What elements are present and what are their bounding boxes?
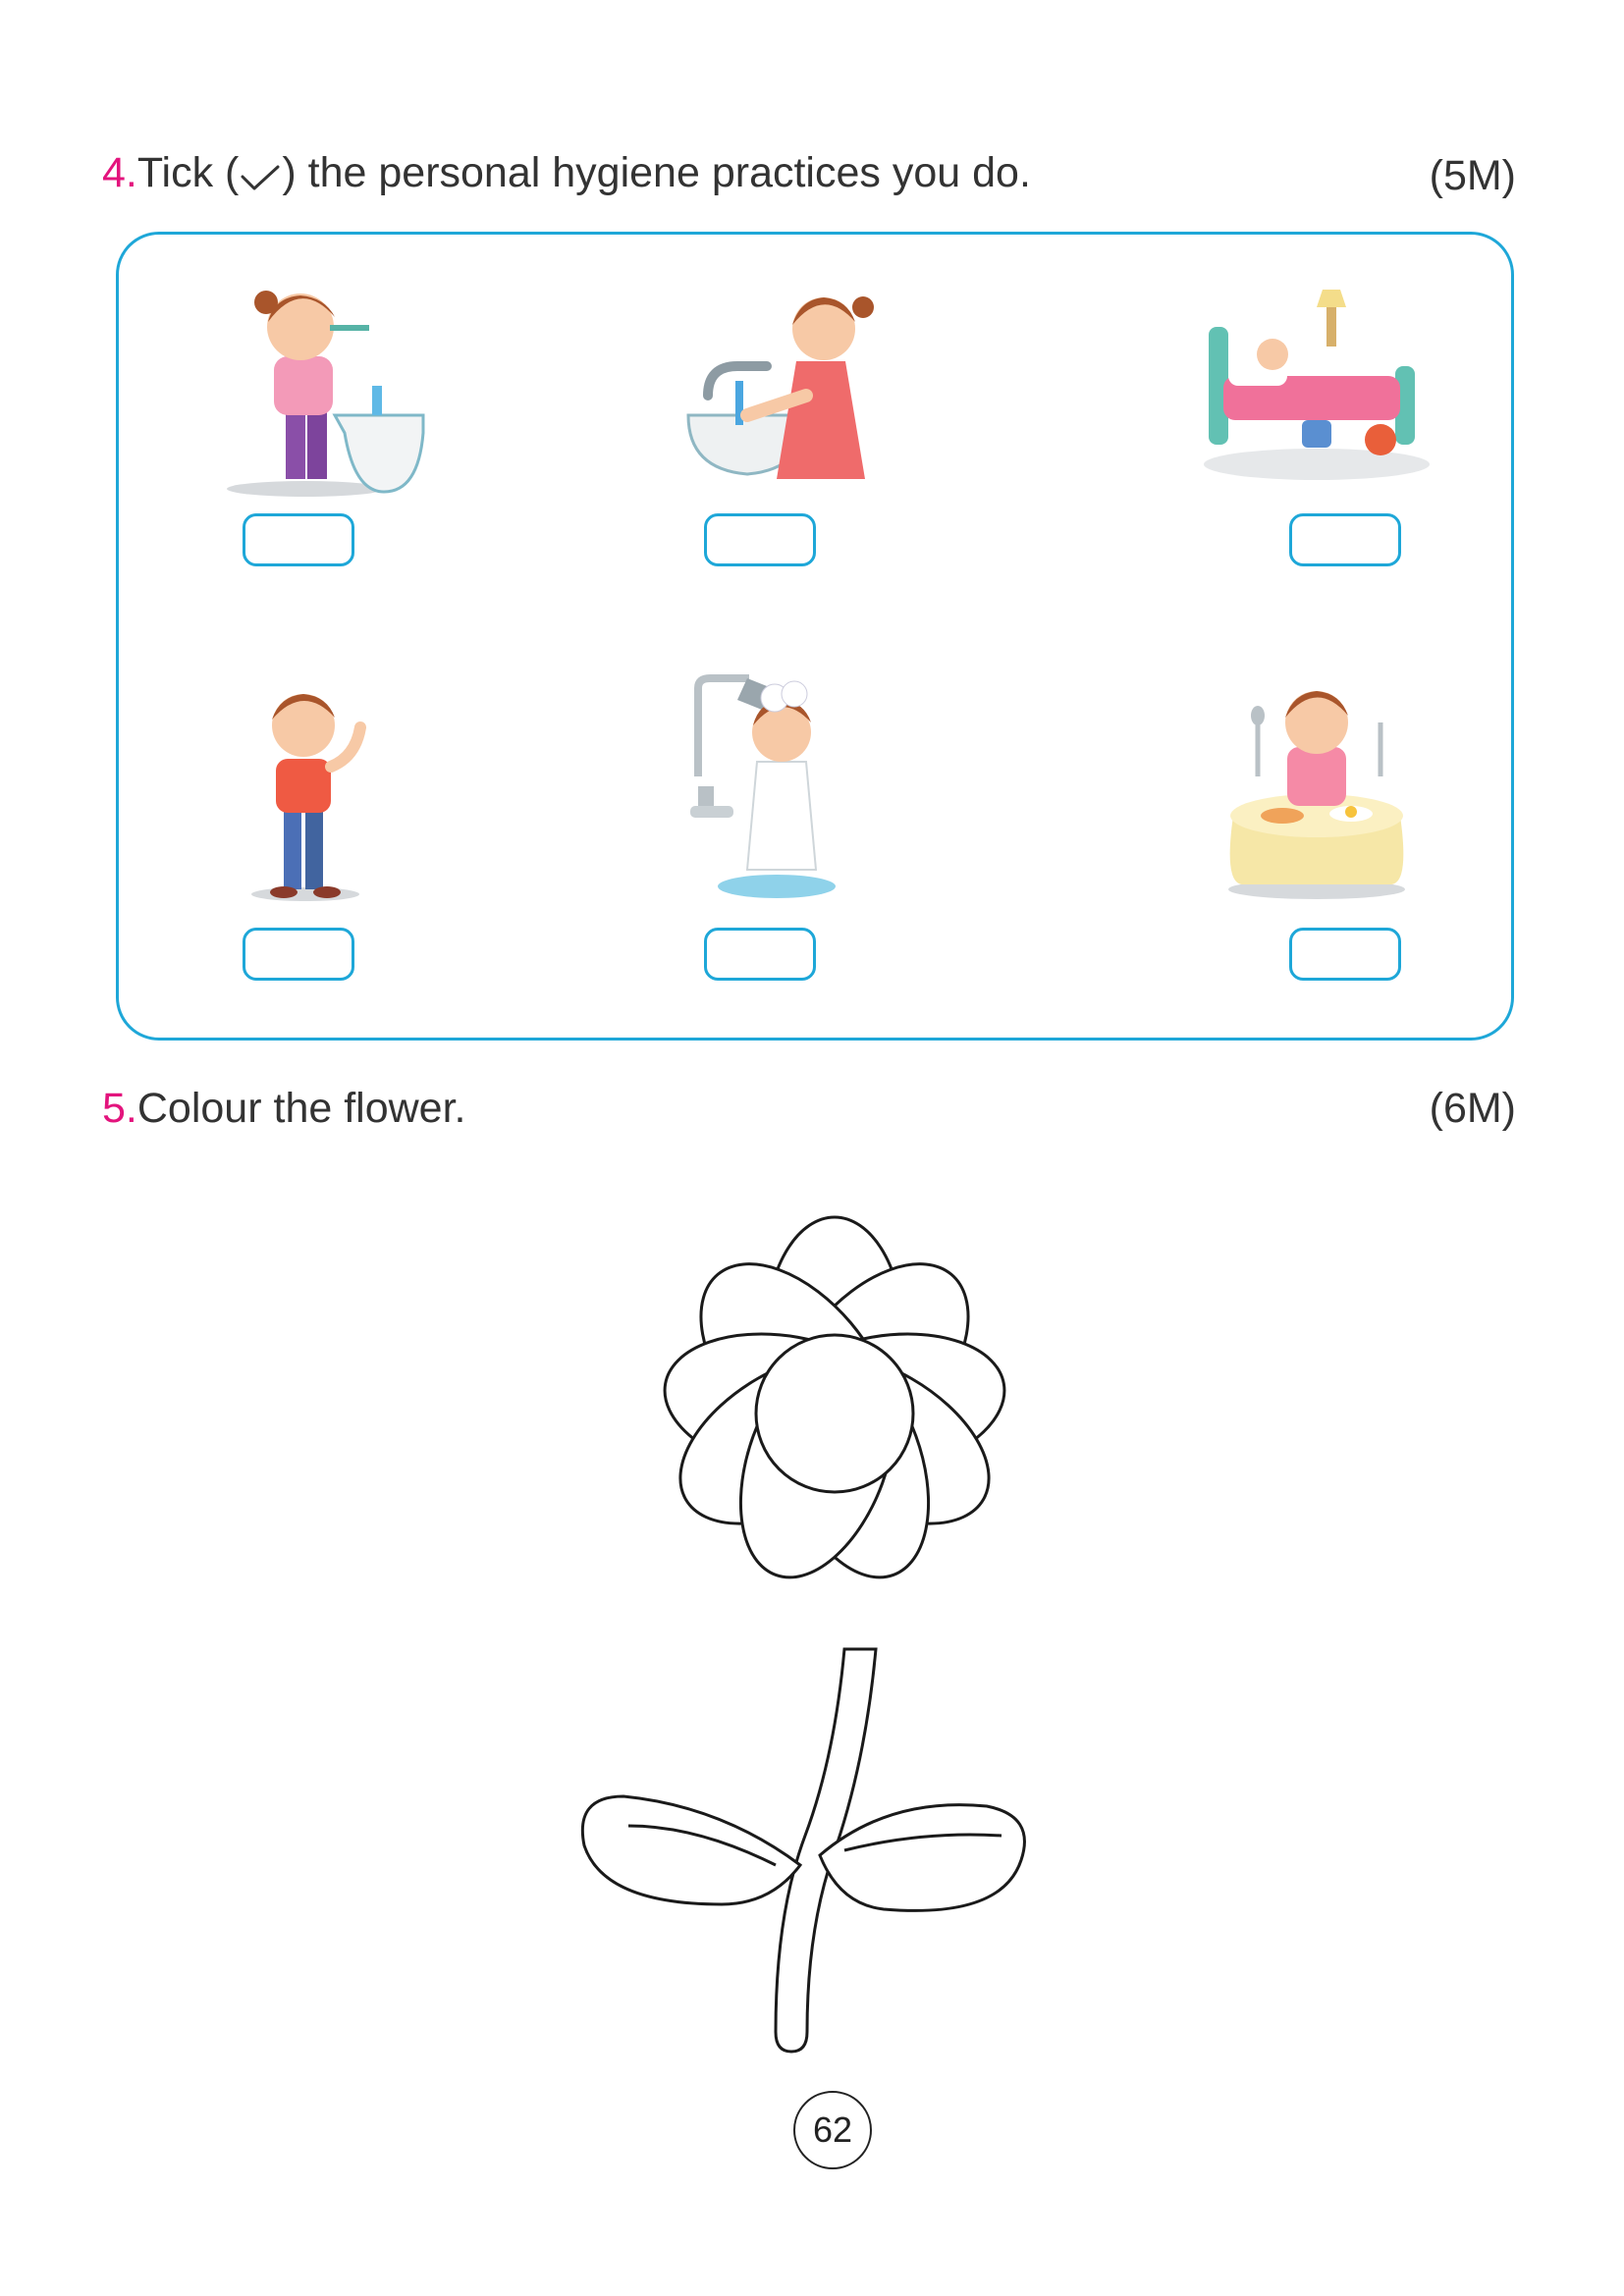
hygiene-practices-panel [116, 232, 1514, 1041]
bathing-shower-icon [690, 674, 836, 898]
washing-hands-icon [686, 296, 874, 479]
question-5-prompt: 5.Colour the flower. [102, 1085, 466, 1133]
activity-sleeping [1189, 268, 1444, 566]
question-4-prompt: 4.Tick ( ) the personal hygiene practices… [102, 149, 1031, 203]
question-text-before: Tick ( [136, 148, 240, 196]
question-number: 4. [102, 148, 137, 196]
tick-box-handwashing[interactable] [704, 513, 816, 566]
tick-icon [239, 155, 282, 203]
activity-stretching [188, 668, 443, 981]
activity-eating [1189, 668, 1444, 981]
question-text: Colour the flower. [136, 1084, 466, 1132]
tick-box-stretching[interactable] [243, 928, 354, 981]
brushing-teeth-icon [227, 291, 425, 497]
sleeping-in-bed-icon [1204, 290, 1430, 480]
question-4-marks: (5M) [1429, 151, 1516, 199]
page-number: 62 [793, 2091, 872, 2169]
question-5-marks: (6M) [1429, 1084, 1516, 1132]
activity-handwashing [669, 268, 924, 566]
question-number: 5. [102, 1084, 137, 1132]
activity-brushing [188, 268, 443, 566]
question-4-line: 4.Tick ( ) the personal hygiene practices… [102, 143, 1516, 208]
flower-outline-icon[interactable] [550, 1119, 1119, 2101]
tick-box-eating[interactable] [1289, 928, 1401, 981]
tick-box-sleeping[interactable] [1289, 513, 1401, 566]
question-text-after: ) the personal hygiene practices you do. [282, 148, 1031, 196]
tick-box-bathing[interactable] [704, 928, 816, 981]
tick-box-brushing[interactable] [243, 513, 354, 566]
eating-food-icon [1228, 691, 1405, 899]
child-stretching-icon [251, 694, 366, 901]
activity-bathing [669, 668, 924, 981]
